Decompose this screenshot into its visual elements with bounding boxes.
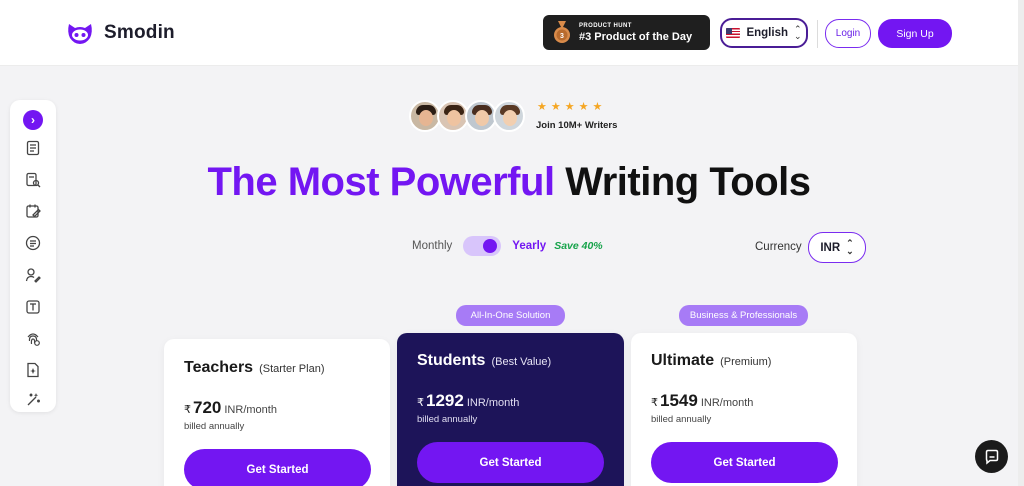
star-icon: ★	[537, 101, 547, 113]
plan-period: INR/month	[224, 404, 277, 416]
document-icon[interactable]	[23, 138, 43, 158]
plan-name: Ultimate	[651, 352, 715, 369]
billing-period-switch: Monthly Yearly Save 40%	[412, 236, 603, 256]
smodin-logo[interactable]: Smodin	[66, 20, 175, 46]
chevron-updown-icon: ⌃ ⌄	[793, 23, 802, 41]
currency-symbol: ₹	[651, 397, 658, 409]
language-selector[interactable]: English ⌃ ⌄	[720, 18, 808, 48]
star-icon: ★	[592, 101, 603, 113]
language-label: English	[746, 27, 788, 39]
monthly-label[interactable]: Monthly	[412, 240, 452, 252]
document-lines-icon[interactable]	[23, 233, 43, 253]
badge-title: #3 Product of the Day	[579, 30, 693, 43]
top-header: Smodin 3 PRODUCT HUNT #3 Product of the …	[0, 0, 1024, 66]
billing-note: billed annually	[651, 414, 712, 425]
plan-card-students: Students (Best Value) ₹ 1292 INR/month b…	[397, 333, 624, 486]
currency-value: INR	[820, 241, 841, 254]
billing-toggle[interactable]	[463, 236, 502, 256]
currency-symbol: ₹	[417, 397, 424, 409]
tools-sidebar: ›	[10, 100, 56, 412]
magic-wand-icon[interactable]	[23, 390, 43, 410]
plan-subtitle: (Premium)	[720, 356, 772, 368]
billing-note: billed annually	[184, 421, 245, 432]
plan-name: Students	[417, 352, 486, 369]
header-divider	[817, 20, 818, 48]
page-headline: The Most Powerful Writing Tools	[0, 160, 1018, 205]
file-ai-icon[interactable]	[23, 360, 43, 380]
plan-name: Teachers	[184, 359, 254, 376]
get-started-button[interactable]: Get Started	[417, 442, 604, 483]
chevron-updown-icon: ⌃ ⌄	[846, 238, 854, 256]
text-box-icon[interactable]	[23, 297, 43, 317]
join-writers-text: Join 10M+ Writers	[536, 120, 618, 131]
chat-icon	[985, 449, 998, 465]
billing-note: billed annually	[417, 414, 478, 425]
save-badge: Save 40%	[554, 240, 603, 252]
chat-button[interactable]	[975, 440, 1008, 473]
toggle-knob	[483, 239, 498, 253]
headline-rest: Writing Tools	[565, 160, 811, 204]
writer-avatars	[409, 100, 525, 132]
plan-card-teachers: Teachers (Starter Plan) ₹ 720 INR/month …	[164, 339, 390, 486]
signup-button[interactable]: Sign Up	[878, 19, 952, 48]
star-icon: ★	[550, 101, 561, 113]
brand-name: Smodin	[104, 22, 175, 43]
plan-price: 1292	[426, 391, 464, 410]
avatar	[493, 100, 525, 132]
plan-price: 720	[193, 398, 222, 417]
headline-accent: The Most Powerful	[207, 160, 555, 204]
plan-period: INR/month	[700, 397, 754, 409]
plan-subtitle: (Best Value)	[491, 356, 552, 368]
svg-text:3: 3	[560, 33, 564, 40]
user-pen-icon[interactable]	[23, 265, 43, 285]
get-started-button[interactable]: Get Started	[651, 442, 838, 483]
fingerprint-icon[interactable]	[23, 329, 43, 349]
badge-caption: PRODUCT HUNT	[579, 22, 632, 29]
medal-icon: 3	[554, 20, 570, 43]
students-plan-tag: All-In-One Solution	[456, 305, 565, 326]
plan-period: INR/month	[466, 397, 520, 409]
login-button[interactable]: Login	[825, 19, 871, 48]
yearly-label[interactable]: Yearly	[512, 240, 546, 252]
star-icon: ★	[564, 101, 575, 113]
page-scrollbar[interactable]	[1018, 0, 1024, 486]
product-hunt-badge[interactable]: 3 PRODUCT HUNT #3 Product of the Day	[543, 15, 710, 50]
smodin-logo-icon	[68, 24, 92, 44]
rating-stars: ★ ★ ★ ★ ★	[537, 100, 602, 113]
currency-symbol: ₹	[184, 404, 191, 416]
plan-price: 1549	[660, 391, 698, 410]
currency-select[interactable]: INR ⌃ ⌄	[808, 232, 866, 263]
ultimate-plan-tag: Business & Professionals	[679, 305, 808, 326]
us-flag-icon	[726, 28, 741, 38]
star-icon: ★	[578, 101, 589, 113]
plan-card-ultimate: Ultimate (Premium) ₹ 1549 INR/month bill…	[631, 333, 857, 486]
plan-subtitle: (Starter Plan)	[259, 363, 325, 375]
chevron-right-icon[interactable]: ›	[23, 110, 43, 130]
get-started-button[interactable]: Get Started	[184, 449, 371, 486]
currency-label: Currency	[755, 241, 802, 253]
